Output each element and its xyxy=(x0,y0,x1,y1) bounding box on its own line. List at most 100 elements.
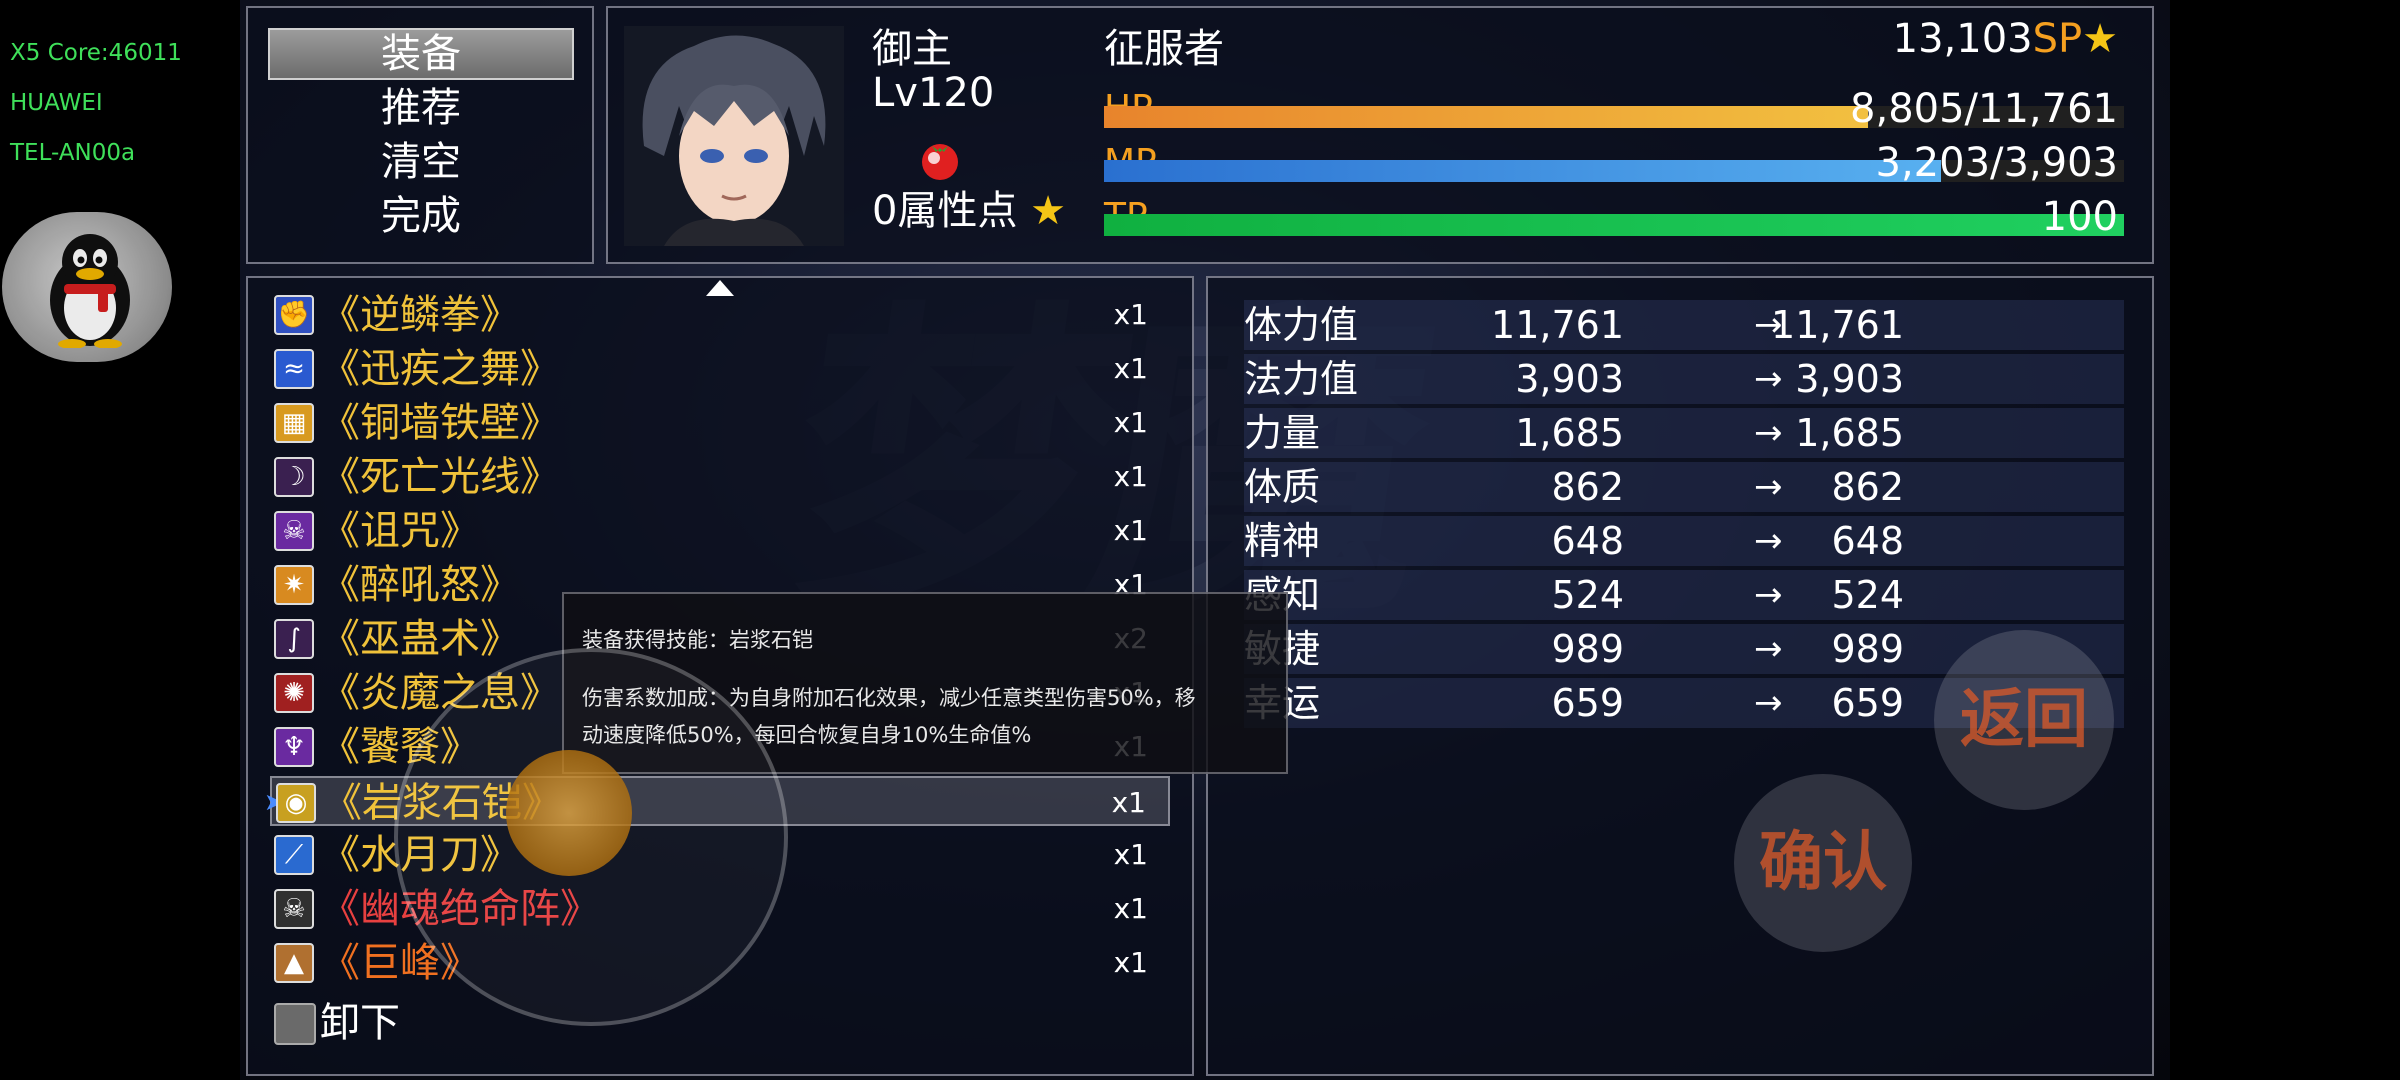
command-window: 装备 推荐 清空 完成 xyxy=(246,6,594,264)
witchcraft-icon: ∫ xyxy=(274,619,314,659)
param-current: 524 xyxy=(1551,573,1624,617)
skill-row[interactable]: ✊ 《逆鳞拳》 x1 xyxy=(270,290,1170,340)
skill-count: x1 xyxy=(1113,892,1148,925)
qq-floating-bubble[interactable] xyxy=(2,212,172,362)
mountain-icon: ▲ xyxy=(274,943,314,983)
penguin-icon xyxy=(50,234,130,348)
hp-gauge-fill xyxy=(1104,106,1868,128)
param-name: 体力值 xyxy=(1244,303,1359,347)
command-clear[interactable]: 清空 xyxy=(268,136,574,188)
param-new: 11,761 xyxy=(1771,303,1904,347)
skill-name: 《死亡光线》 xyxy=(320,454,560,500)
right-arrow-icon: → xyxy=(1754,629,1783,669)
command-equip[interactable]: 装备 xyxy=(268,28,574,80)
skill-name: 《逆鳞拳》 xyxy=(320,292,520,338)
shield-wall-icon: ▦ xyxy=(274,403,314,443)
tooltip-title: 装备获得技能：岩浆石铠 xyxy=(582,628,813,652)
joystick-knob[interactable] xyxy=(506,750,632,876)
command-done[interactable]: 完成 xyxy=(268,190,574,242)
skill-count: x1 xyxy=(1113,352,1148,385)
param-new: 1,685 xyxy=(1795,411,1904,455)
device-model: TEL-AN00a xyxy=(10,140,136,166)
param-current: 3,903 xyxy=(1515,357,1624,401)
param-name: 体质 xyxy=(1244,465,1321,509)
skill-name: 《迅疾之舞》 xyxy=(320,346,560,392)
param-row: 精神 648 → 648 xyxy=(1244,516,2124,566)
star-icon: ★ xyxy=(1017,188,1067,234)
param-name: 法力值 xyxy=(1244,357,1359,401)
param-name: 精神 xyxy=(1244,519,1321,563)
skill-row[interactable]: ▦ 《铜墙铁壁》 x1 xyxy=(270,398,1170,448)
device-overlay: X5 Core:46011 HUAWEI TEL-AN00a xyxy=(10,28,182,178)
param-row: 体力值 11,761 → 11,761 xyxy=(1244,300,2124,350)
sp-unit: SP xyxy=(2032,16,2083,62)
param-current: 862 xyxy=(1551,465,1624,509)
actor-name: 御主 xyxy=(872,26,952,72)
unequip-label: 卸下 xyxy=(320,1000,400,1046)
param-row: 体质 862 → 862 xyxy=(1244,462,2124,512)
param-new: 3,903 xyxy=(1795,357,1904,401)
param-current: 989 xyxy=(1551,627,1624,671)
right-arrow-icon: → xyxy=(1754,359,1783,399)
skill-count: x1 xyxy=(1113,298,1148,331)
star-pair-icon: ★ xyxy=(2082,16,2118,62)
hp-value: 8,805/11,761 xyxy=(1850,86,2118,132)
param-new: 648 xyxy=(1831,519,1904,563)
death-ray-icon: ☽ xyxy=(274,457,314,497)
tp-gauge xyxy=(1104,214,2124,236)
device-core: X5 Core:46011 xyxy=(10,40,182,66)
skull-curse-icon: ☠ xyxy=(274,511,314,551)
skill-name: 《诅咒》 xyxy=(320,508,480,554)
blade-icon: ⟋ xyxy=(274,835,314,875)
mp-gauge-fill xyxy=(1104,160,1941,182)
param-new: 989 xyxy=(1831,627,1904,671)
param-row: 感知524→524 xyxy=(1244,570,2124,620)
tomato-icon xyxy=(922,144,958,180)
right-arrow-icon: → xyxy=(1754,683,1783,723)
armor-icon: ◉ xyxy=(276,783,316,823)
unequip-row[interactable]: 卸下 xyxy=(270,998,1170,1048)
scroll-up-arrow-icon[interactable] xyxy=(706,280,734,296)
tp-value: 100 xyxy=(2041,194,2118,240)
param-new: 862 xyxy=(1831,465,1904,509)
skill-row[interactable]: ☽ 《死亡光线》 x1 xyxy=(270,452,1170,502)
right-arrow-icon: → xyxy=(1754,521,1783,561)
skill-count: x1 xyxy=(1113,460,1148,493)
skill-name: 《铜墙铁壁》 xyxy=(320,400,560,446)
right-arrow-icon: → xyxy=(1754,575,1783,615)
skill-count: x1 xyxy=(1113,406,1148,439)
fist-icon: ✊ xyxy=(274,295,314,335)
param-current: 1,685 xyxy=(1515,411,1624,455)
skill-count: x1 xyxy=(1113,946,1148,979)
mp-value: 3,203/3,903 xyxy=(1875,140,2119,186)
actor-portrait xyxy=(624,26,844,246)
param-current: 659 xyxy=(1551,681,1624,725)
actor-class: 征服者 xyxy=(1104,26,1224,72)
skill-name: 《巫蛊术》 xyxy=(320,616,520,662)
dance-icon: ≈ xyxy=(274,349,314,389)
tp-gauge-fill xyxy=(1104,214,2124,236)
param-current: 648 xyxy=(1551,519,1624,563)
param-name: 力量 xyxy=(1244,411,1321,455)
skill-count: x1 xyxy=(1113,838,1148,871)
param-row: 法力值 3,903 → 3,903 xyxy=(1244,354,2124,404)
skill-row[interactable]: ☠ 《诅咒》 x1 xyxy=(270,506,1170,556)
sp-display: 13,103SP★ xyxy=(1893,16,2118,62)
flame-breath-icon: ✺ xyxy=(274,673,314,713)
param-current: 11,761 xyxy=(1491,303,1624,347)
param-new: 524 xyxy=(1831,573,1904,617)
unequip-icon xyxy=(274,1003,316,1045)
right-arrow-icon: → xyxy=(1754,413,1783,453)
back-button[interactable]: 返回 xyxy=(1934,630,2114,810)
device-brand: HUAWEI xyxy=(10,90,103,116)
skill-count: x1 xyxy=(1111,786,1146,819)
attribute-points: 0属性点 ★ xyxy=(872,188,1067,234)
right-arrow-icon: → xyxy=(1754,467,1783,507)
sp-value: 13,103 xyxy=(1892,16,2033,62)
confirm-button[interactable]: 确认 xyxy=(1734,774,1912,952)
skill-row[interactable]: ≈ 《迅疾之舞》 x1 xyxy=(270,344,1170,394)
command-recommend[interactable]: 推荐 xyxy=(268,82,574,134)
skill-name: 《醉吼怒》 xyxy=(320,562,520,608)
param-row: 力量 1,685 → 1,685 xyxy=(1244,408,2124,458)
ghost-skull-icon: ☠ xyxy=(274,889,314,929)
